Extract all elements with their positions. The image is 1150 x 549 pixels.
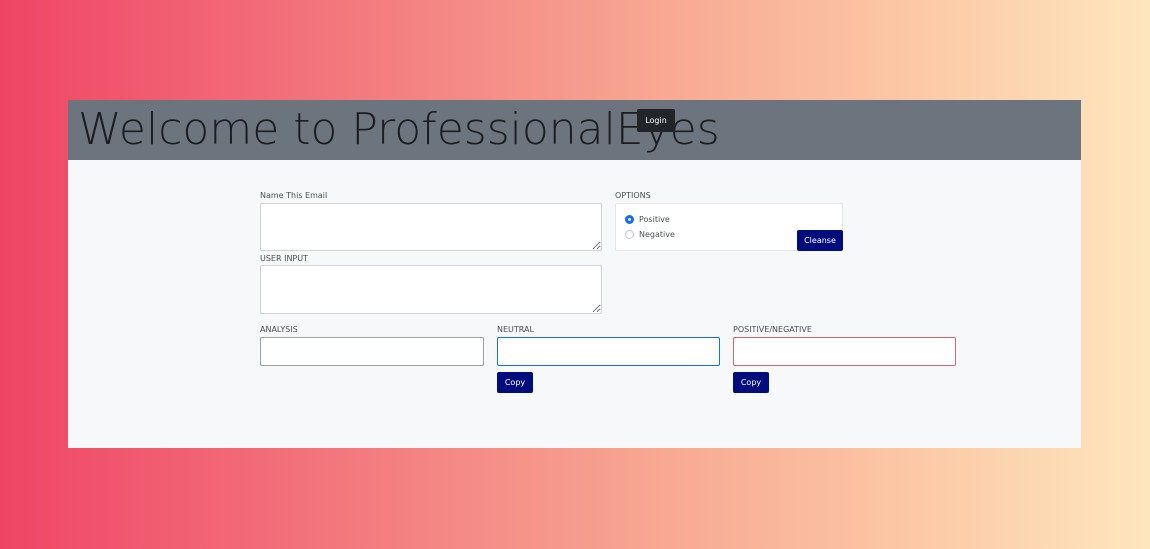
neutral-label: NEUTRAL	[497, 325, 534, 334]
option-negative[interactable]: Negative	[625, 230, 675, 239]
cleanse-button[interactable]: Cleanse	[797, 230, 843, 251]
page-title: Welcome to ProfessionalEyes	[78, 104, 720, 155]
posneg-copy-button[interactable]: Copy	[733, 372, 769, 393]
neutral-copy-button[interactable]: Copy	[497, 372, 533, 393]
page-header: Welcome to ProfessionalEyes Login	[68, 100, 1081, 160]
user-input-label: USER INPUT	[260, 254, 308, 263]
user-input-textarea[interactable]	[260, 265, 602, 314]
analysis-label: ANALYSIS	[260, 325, 298, 334]
positive-radio[interactable]	[625, 215, 634, 224]
negative-radio[interactable]	[625, 230, 634, 239]
option-positive[interactable]: Positive	[625, 215, 670, 224]
neutral-field[interactable]	[497, 337, 720, 366]
positive-label: Positive	[639, 215, 670, 224]
negative-label: Negative	[639, 230, 675, 239]
name-email-label: Name This Email	[260, 191, 328, 200]
analysis-field[interactable]	[260, 337, 484, 366]
options-label: OPTIONS	[615, 191, 651, 200]
name-email-textarea[interactable]	[260, 203, 602, 251]
posneg-field[interactable]	[733, 337, 956, 366]
main-card: Welcome to ProfessionalEyes Login Name T…	[68, 100, 1081, 448]
login-button[interactable]: Login	[637, 109, 675, 132]
posneg-label: POSITIVE/NEGATIVE	[733, 325, 812, 334]
